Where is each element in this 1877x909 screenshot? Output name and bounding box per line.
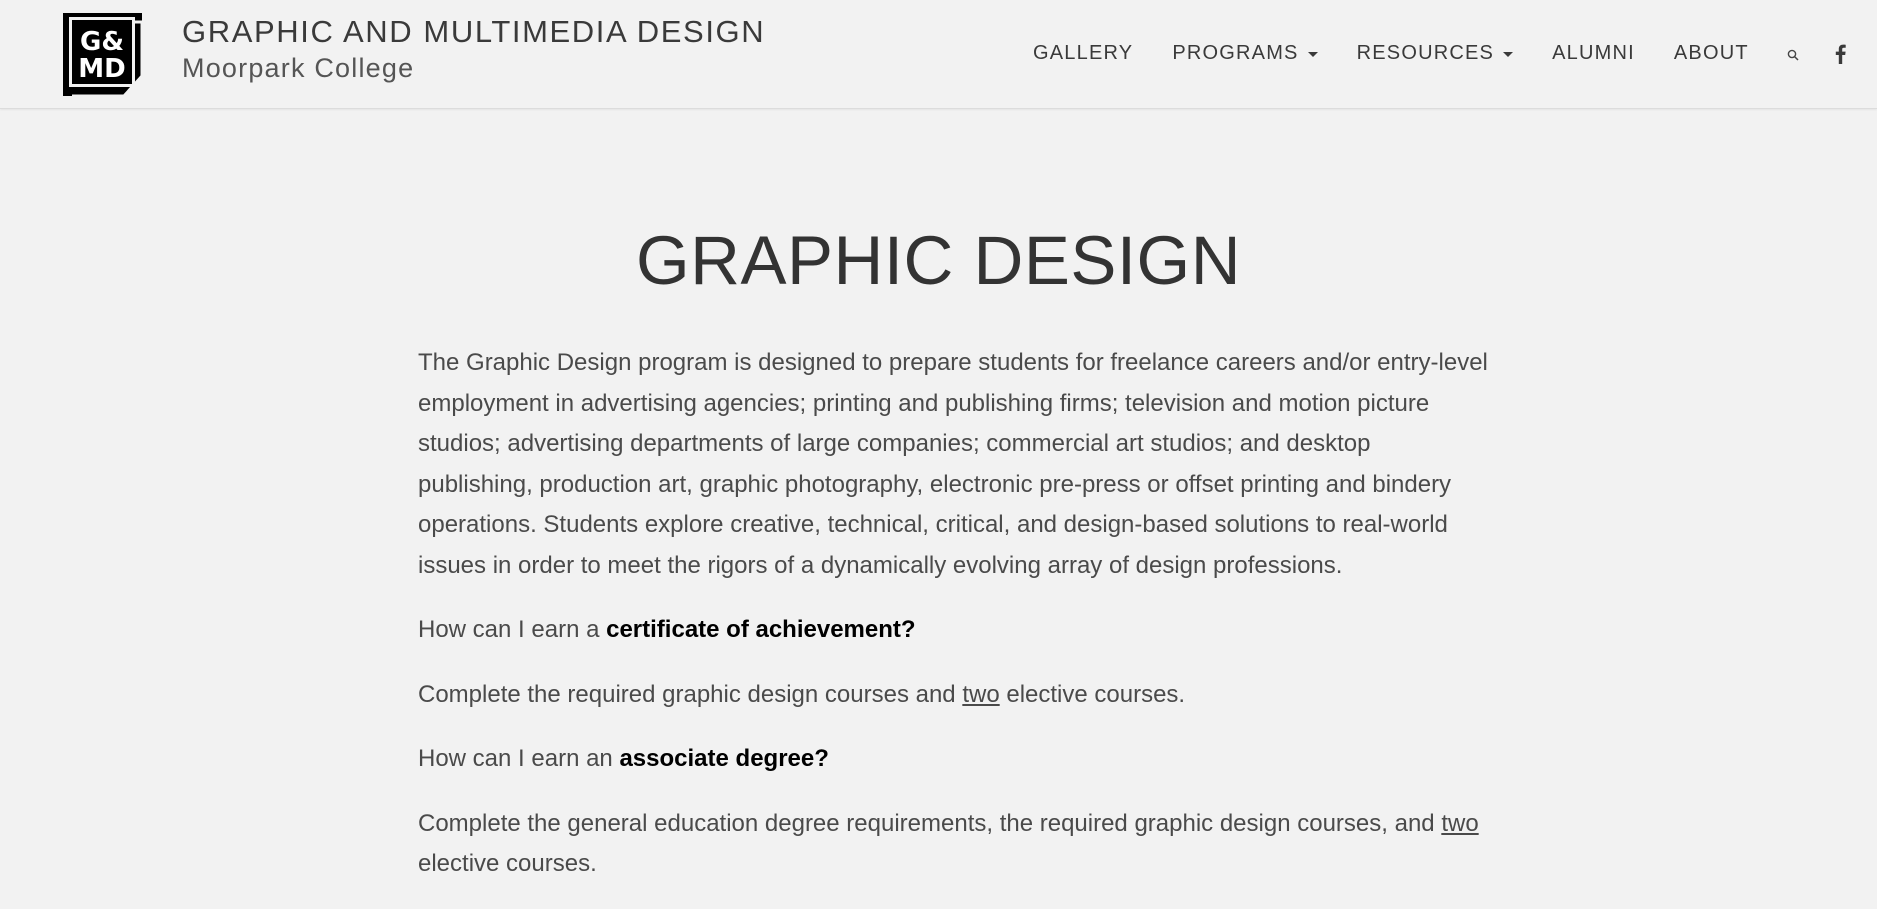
certificate-question: How can I earn a certificate of achievem…: [418, 610, 1488, 651]
main-content: The Graphic Design program is designed t…: [418, 343, 1488, 909]
nav-programs-label: PROGRAMS: [1172, 42, 1299, 64]
main-nav: GALLERY PROGRAMS RESOURCES ALUMNI ABOUT: [1033, 42, 1846, 65]
page-title: GRAPHIC DESIGN: [635, 222, 1242, 299]
site-subtitle[interactable]: Moorpark College: [182, 53, 414, 84]
nav-gallery[interactable]: GALLERY: [1033, 42, 1133, 65]
nav-about-label: ABOUT: [1673, 42, 1749, 64]
degree-question: How can I earn an associate degree?: [418, 739, 1488, 780]
certificate-question-prefix: How can I earn a: [418, 616, 607, 643]
degree-answer-prefix: Complete the general education degree re…: [418, 809, 1442, 837]
nav-alumni[interactable]: ALUMNI: [1552, 42, 1635, 65]
caret-down-icon: [1307, 52, 1318, 57]
search-icon: [1787, 49, 1799, 61]
site-title[interactable]: GRAPHIC AND MULTIMEDIA DESIGN: [182, 14, 765, 50]
nav-about[interactable]: ABOUT: [1674, 42, 1749, 65]
nav-alumni-label: ALUMNI: [1552, 42, 1635, 64]
nav-gallery-label: GALLERY: [1033, 42, 1134, 64]
search-button[interactable]: [1787, 49, 1799, 61]
facebook-link[interactable]: [1835, 44, 1846, 64]
logo-mark: G& MD: [63, 13, 144, 98]
facebook-icon: [1835, 44, 1846, 64]
degree-answer-underline: two: [1441, 809, 1479, 837]
nav-resources-dropdown[interactable]: RESOURCES: [1357, 42, 1514, 65]
nav-programs-dropdown[interactable]: PROGRAMS: [1172, 42, 1318, 65]
certificate-answer-underline: two: [962, 680, 1000, 708]
site-header: G& MD GRAPHIC AND MULTIMEDIA DESIGN Moor…: [0, 0, 1877, 109]
degree-answer: Complete the general education degree re…: [418, 804, 1488, 885]
program-description: The Graphic Design program is designed t…: [418, 349, 1488, 579]
nav-resources-label: RESOURCES: [1356, 42, 1495, 64]
caret-down-icon: [1503, 52, 1514, 57]
logo-text-top: G&: [80, 27, 124, 57]
certificate-question-bold: certificate of achievement?: [606, 616, 916, 643]
certificate-answer: Complete the required graphic design cou…: [418, 675, 1488, 716]
certificate-answer-suffix: elective courses.: [999, 680, 1186, 708]
degree-answer-suffix: elective courses.: [418, 850, 597, 877]
degree-question-prefix: How can I earn an: [418, 745, 620, 772]
logo-text-bottom: MD: [78, 54, 125, 84]
certificate-answer-prefix: Complete the required graphic design cou…: [418, 680, 963, 708]
degree-question-bold: associate degree?: [619, 745, 829, 772]
gmd-logo[interactable]: G& MD: [60, 10, 150, 98]
